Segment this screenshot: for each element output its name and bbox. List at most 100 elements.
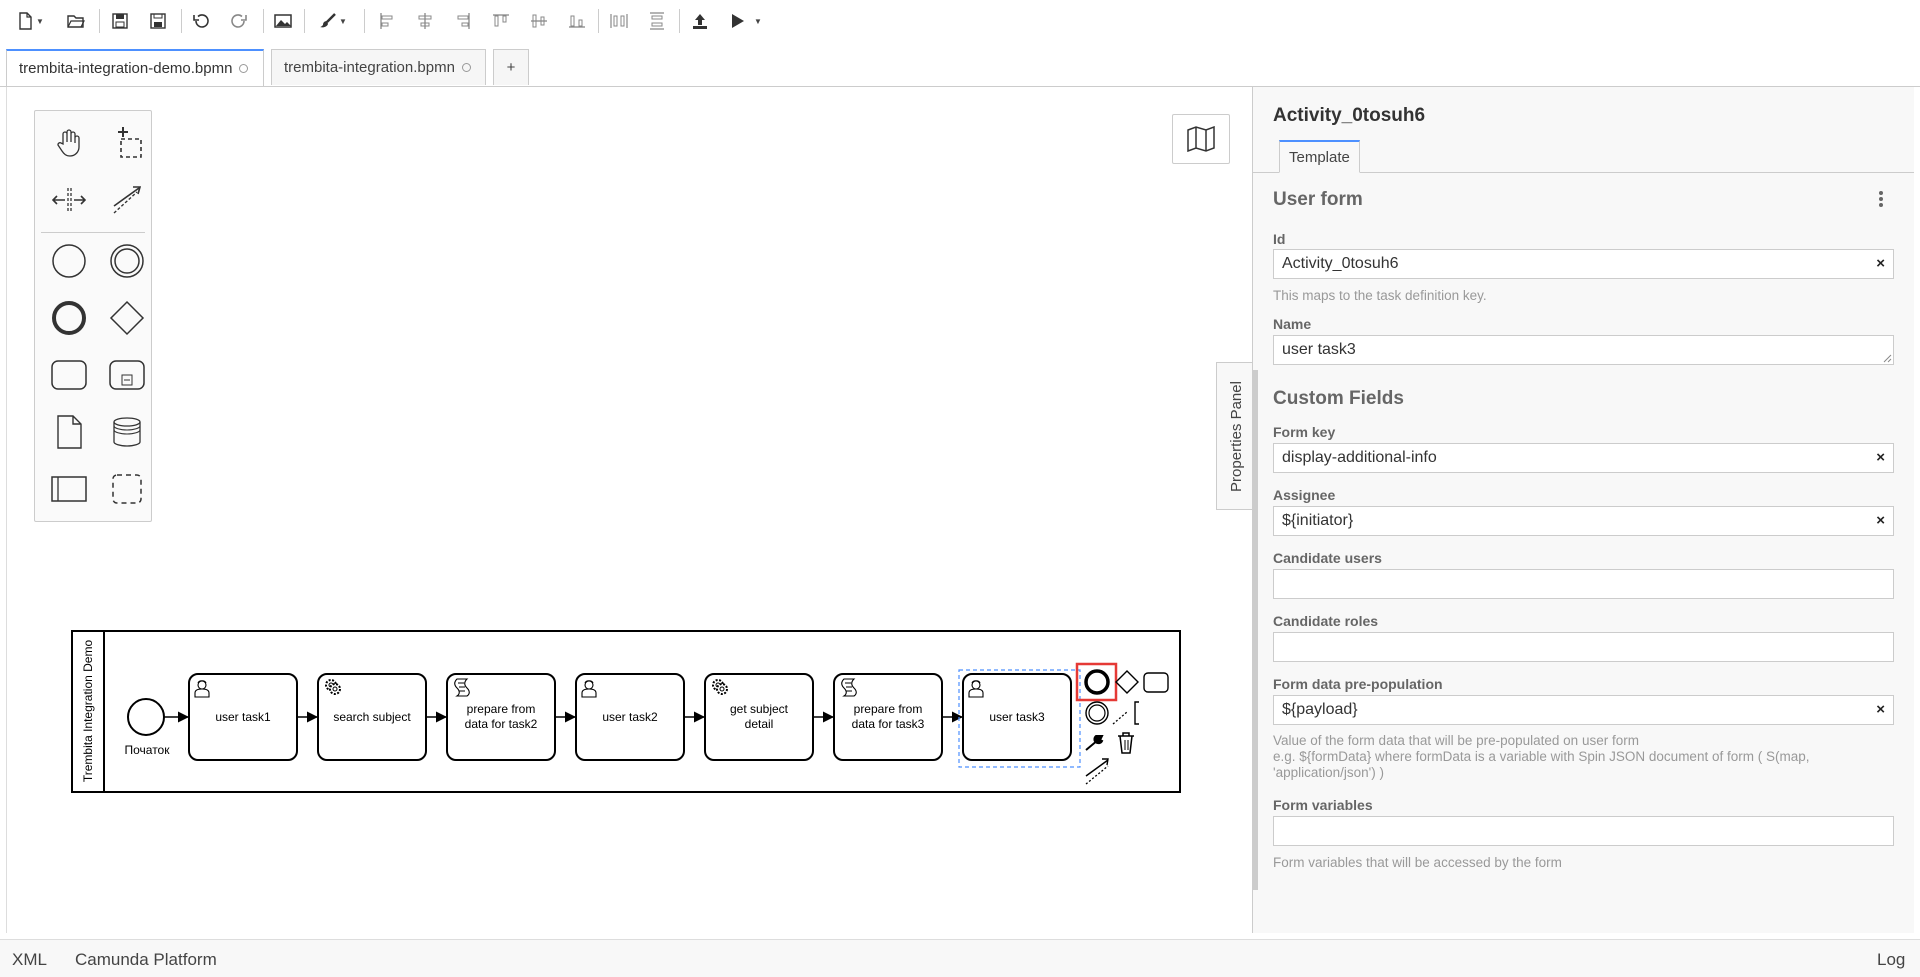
more-options-icon[interactable] bbox=[1879, 191, 1885, 209]
task-label: prepare from bbox=[854, 702, 923, 716]
log-toggle-button[interactable]: Log bbox=[1877, 950, 1905, 970]
task-label: user task1 bbox=[215, 710, 271, 724]
task-label: prepare from bbox=[467, 702, 536, 716]
form-variables-label: Form variables bbox=[1273, 797, 1373, 813]
toolbar-separator bbox=[598, 9, 599, 33]
color-brush-icon[interactable]: ▼ bbox=[313, 9, 353, 33]
distribute-horizontal-icon[interactable] bbox=[607, 9, 631, 33]
prepopulation-description-3: 'application/json') ) bbox=[1273, 765, 1384, 780]
id-description: This maps to the task definition key. bbox=[1273, 288, 1487, 303]
name-value: user task3 bbox=[1282, 341, 1356, 358]
properties-panel: Activity_0tosuh6 Template User form Id A… bbox=[1252, 87, 1914, 933]
assignee-label: Assignee bbox=[1273, 487, 1336, 503]
deploy-icon[interactable] bbox=[688, 9, 712, 33]
toolbar-separator bbox=[679, 9, 680, 33]
save-icon[interactable] bbox=[108, 9, 132, 33]
task-2[interactable]: search subject bbox=[317, 673, 427, 761]
form-variables-description: Form variables that will be accessed by … bbox=[1273, 855, 1562, 870]
toolbar-separator bbox=[181, 9, 182, 33]
task-5[interactable]: get subjectdetail bbox=[704, 673, 814, 761]
open-folder-icon[interactable] bbox=[64, 9, 88, 33]
task-label-line2: detail bbox=[745, 717, 774, 731]
clear-form-key-icon[interactable]: × bbox=[1876, 444, 1885, 472]
element-id-title: Activity_0tosuh6 bbox=[1273, 105, 1426, 126]
tab-trembita-integration[interactable]: trembita-integration.bpmn bbox=[271, 49, 486, 85]
form-data-prepopulation-label: Form data pre-population bbox=[1273, 676, 1443, 692]
form-key-label: Form key bbox=[1273, 424, 1336, 440]
prepopulation-description-1: Value of the form data that will be pre-… bbox=[1273, 733, 1639, 748]
candidate-users-label: Candidate users bbox=[1273, 550, 1382, 566]
task-4[interactable]: user task2 bbox=[575, 673, 685, 761]
task-label: get subject bbox=[730, 702, 789, 716]
tab-template[interactable]: Template bbox=[1279, 140, 1360, 173]
align-bottom-icon[interactable] bbox=[565, 9, 589, 33]
align-left-icon[interactable] bbox=[375, 9, 399, 33]
bpmn-diagram: Trembita Integration Demo Початок user t… bbox=[71, 630, 1181, 793]
file-tabs: trembita-integration-demo.bpmn trembita-… bbox=[0, 49, 1920, 87]
panel-resize-handle[interactable] bbox=[1253, 370, 1258, 890]
distribute-vertical-icon[interactable] bbox=[645, 9, 669, 33]
clear-assignee-icon[interactable]: × bbox=[1876, 507, 1885, 535]
id-field[interactable]: Activity_0tosuh6 × bbox=[1273, 249, 1894, 279]
form-data-prepopulation-value: ${payload} bbox=[1282, 701, 1358, 718]
toolbar-separator bbox=[304, 9, 305, 33]
form-key-value: display-additional-info bbox=[1282, 449, 1437, 466]
form-variables-field[interactable] bbox=[1273, 816, 1894, 846]
align-center-icon[interactable] bbox=[413, 9, 437, 33]
id-value: Activity_0tosuh6 bbox=[1282, 255, 1399, 272]
task-7[interactable]: user task3 bbox=[962, 673, 1072, 761]
candidate-roles-label: Candidate roles bbox=[1273, 613, 1379, 629]
toolbar-separator bbox=[364, 9, 365, 33]
align-middle-icon[interactable] bbox=[527, 9, 551, 33]
toolbar-separator bbox=[263, 9, 264, 33]
name-textarea[interactable]: user task3 bbox=[1273, 335, 1894, 365]
xml-editor-button[interactable]: XML bbox=[12, 950, 47, 970]
assignee-value: ${initiator} bbox=[1282, 512, 1354, 529]
save-as-icon[interactable] bbox=[146, 9, 170, 33]
assignee-field[interactable]: ${initiator} × bbox=[1273, 506, 1894, 536]
task-label: user task3 bbox=[989, 710, 1045, 724]
toolbar-separator bbox=[99, 9, 100, 33]
new-file-icon[interactable]: ▼ bbox=[10, 9, 50, 33]
tab-label: trembita-integration.bpmn bbox=[284, 59, 455, 76]
id-label: Id bbox=[1273, 231, 1286, 247]
status-bar: XML Camunda Platform Log bbox=[0, 939, 1920, 977]
tasks: user task1 search subjectprepare fromdata… bbox=[188, 673, 1072, 761]
clear-prepopulation-icon[interactable]: × bbox=[1876, 696, 1885, 724]
align-right-icon[interactable] bbox=[451, 9, 475, 33]
unsaved-indicator-icon[interactable] bbox=[461, 63, 471, 72]
execution-platform-button[interactable]: Camunda Platform bbox=[75, 950, 217, 970]
task-6[interactable]: prepare fromdata for task3 bbox=[833, 673, 943, 761]
export-image-icon[interactable] bbox=[271, 9, 295, 33]
group-custom-fields: Custom Fields bbox=[1273, 388, 1404, 409]
form-key-field[interactable]: display-additional-info × bbox=[1273, 443, 1894, 473]
properties-panel-toggle[interactable]: Properties Panel bbox=[1216, 362, 1255, 510]
properties-panel-toggle-label: Properties Panel bbox=[1227, 380, 1245, 492]
new-tab-button[interactable]: + bbox=[493, 49, 529, 85]
candidate-users-field[interactable] bbox=[1273, 569, 1894, 599]
unsaved-indicator-icon[interactable] bbox=[239, 64, 249, 73]
task-label: user task2 bbox=[602, 710, 658, 724]
task-label-line2: data for task3 bbox=[852, 717, 925, 731]
align-top-icon[interactable] bbox=[489, 9, 513, 33]
clear-id-icon[interactable]: × bbox=[1876, 250, 1885, 278]
tab-trembita-integration-demo[interactable]: trembita-integration-demo.bpmn bbox=[6, 49, 264, 86]
redo-icon[interactable] bbox=[227, 9, 251, 33]
toolbar: ▼ ▼ ▼ bbox=[0, 0, 1920, 42]
undo-icon[interactable] bbox=[189, 9, 213, 33]
group-user-form: User form bbox=[1273, 189, 1363, 210]
name-label: Name bbox=[1273, 316, 1312, 332]
task-label-line2: data for task2 bbox=[465, 717, 538, 731]
pool-label: Trembita Integration Demo bbox=[81, 640, 95, 783]
diagram-canvas[interactable]: Trembita Integration Demo Початок user t… bbox=[6, 87, 1252, 933]
tab-label: trembita-integration-demo.bpmn bbox=[19, 60, 233, 77]
resize-handle-icon[interactable] bbox=[1882, 353, 1892, 363]
task-label: search subject bbox=[333, 710, 411, 724]
start-event-label: Початок bbox=[125, 743, 171, 757]
prepopulation-description-2: e.g. ${formData} where formData is a var… bbox=[1273, 749, 1810, 764]
candidate-roles-field[interactable] bbox=[1273, 632, 1894, 662]
run-icon[interactable]: ▼ bbox=[725, 9, 765, 33]
task-1[interactable]: user task1 bbox=[188, 673, 298, 761]
task-3[interactable]: prepare fromdata for task2 bbox=[446, 673, 556, 761]
form-data-prepopulation-field[interactable]: ${payload} × bbox=[1273, 695, 1894, 725]
